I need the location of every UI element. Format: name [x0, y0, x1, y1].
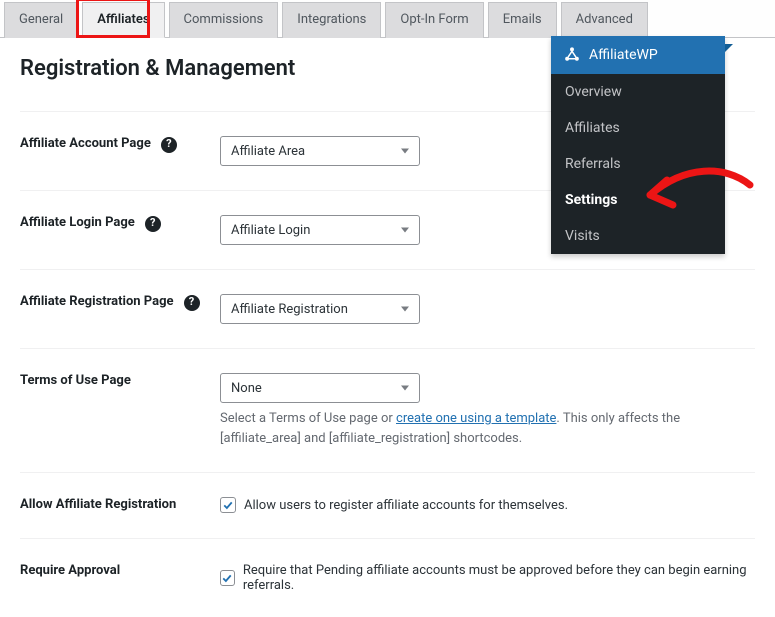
tab-affiliates[interactable]: Affiliates [82, 2, 164, 38]
row-require-approval: Require Approval Require that Pending af… [20, 538, 755, 617]
settings-tabs: General Affiliates Commissions Integrati… [0, 0, 775, 38]
affiliatewp-submenu: AffiliateWP Overview Affiliates Referral… [551, 36, 725, 254]
row-allow-registration: Allow Affiliate Registration Allow users… [20, 472, 755, 538]
label-account-page: Affiliate Account Page [20, 136, 151, 153]
select-value: Affiliate Login [231, 223, 310, 238]
select-value: Affiliate Registration [231, 302, 348, 317]
tab-advanced[interactable]: Advanced [561, 2, 648, 38]
submenu-referrals[interactable]: Referrals [551, 146, 725, 182]
submenu-header[interactable]: AffiliateWP [551, 36, 725, 74]
select-account-page[interactable]: Affiliate Area [220, 136, 420, 166]
tab-emails[interactable]: Emails [488, 2, 557, 38]
help-icon[interactable]: ? [145, 216, 161, 232]
checkbox-allow-registration[interactable]: Allow users to register affiliate accoun… [220, 497, 755, 513]
terms-description: Select a Terms of Use page or create one… [220, 409, 755, 448]
tab-general[interactable]: General [4, 2, 78, 38]
submenu-affiliates[interactable]: Affiliates [551, 110, 725, 146]
help-icon[interactable]: ? [184, 295, 200, 311]
tab-commissions[interactable]: Commissions [169, 2, 279, 38]
create-template-link[interactable]: create one using a template [396, 411, 556, 426]
select-value: Affiliate Area [231, 144, 305, 159]
select-login-page[interactable]: Affiliate Login [220, 215, 420, 245]
select-terms-page[interactable]: None [220, 373, 420, 403]
affiliatewp-icon [563, 46, 581, 64]
submenu-overview[interactable]: Overview [551, 74, 725, 110]
label-require-approval: Require Approval [20, 563, 120, 580]
label-registration-page: Affiliate Registration Page [20, 294, 174, 311]
check-icon [220, 497, 236, 513]
submenu-title: AffiliateWP [589, 47, 658, 63]
select-value: None [231, 381, 262, 396]
label-login-page: Affiliate Login Page [20, 215, 135, 232]
help-icon[interactable]: ? [161, 137, 177, 153]
check-icon [220, 570, 235, 586]
label-terms-page: Terms of Use Page [20, 373, 131, 390]
row-terms-page: Terms of Use Page None Select a Terms of… [20, 348, 755, 472]
checkbox-label: Allow users to register affiliate accoun… [244, 498, 568, 513]
tab-integrations[interactable]: Integrations [282, 2, 381, 38]
submenu-settings[interactable]: Settings [551, 182, 725, 218]
tab-optin-form[interactable]: Opt-In Form [385, 2, 483, 38]
row-registration-page: Affiliate Registration Page ? Affiliate … [20, 269, 755, 348]
select-registration-page[interactable]: Affiliate Registration [220, 294, 420, 324]
label-allow-registration: Allow Affiliate Registration [20, 497, 176, 514]
submenu-visits[interactable]: Visits [551, 218, 725, 254]
